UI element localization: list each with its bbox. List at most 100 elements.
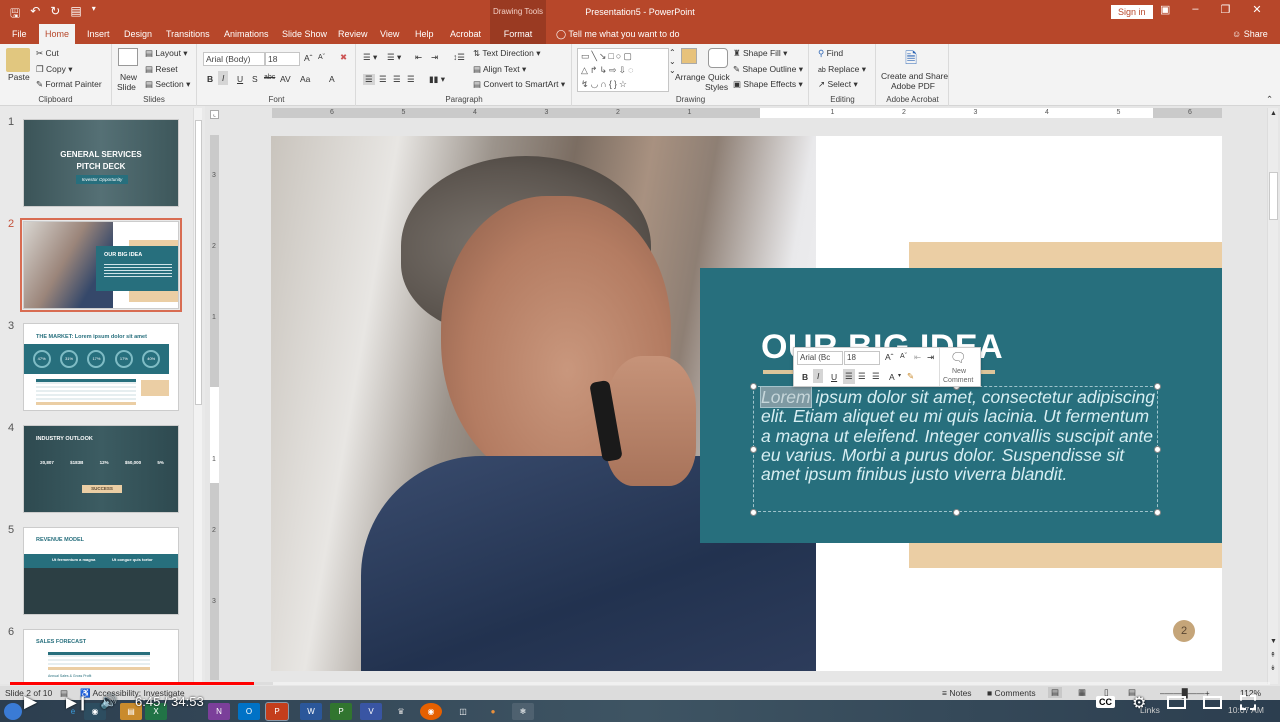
scroll-up-icon[interactable]: ▲ xyxy=(1270,110,1277,117)
word-icon[interactable]: W xyxy=(300,703,322,720)
mini-italic-button[interactable]: I xyxy=(813,369,824,383)
redo-icon[interactable]: ↻ xyxy=(50,4,60,25)
underline-button[interactable]: U xyxy=(237,74,243,84)
strikethrough-button[interactable]: abc xyxy=(264,74,275,81)
increase-indent-icon[interactable]: ⇥ xyxy=(431,52,438,63)
visio-icon[interactable]: V xyxy=(360,703,382,720)
change-case-button[interactable]: Aa xyxy=(300,74,310,84)
shadow-button[interactable]: S xyxy=(252,74,258,84)
cut-button[interactable]: ✂ Cut xyxy=(36,48,59,59)
slide-thumbnail-2[interactable]: OUR BIG IDEA xyxy=(20,218,182,312)
grow-font-icon[interactable]: Aˆ xyxy=(304,53,313,63)
resize-handle[interactable] xyxy=(953,509,960,516)
start-button[interactable] xyxy=(4,703,22,720)
line-spacing-icon[interactable]: ↕☰ xyxy=(453,52,465,63)
mini-shrink-font-icon[interactable]: Aˇ xyxy=(900,353,907,360)
outlook-icon[interactable]: O xyxy=(238,703,260,720)
bullets-icon[interactable]: ☰ ▾ xyxy=(363,52,377,63)
tab-slide-show[interactable]: Slide Show xyxy=(276,24,333,44)
notes-button[interactable]: ≡ Notes xyxy=(942,688,972,698)
select-button[interactable]: ↗ Select ▾ xyxy=(818,79,858,90)
arrange-icon[interactable] xyxy=(681,48,697,64)
slide-thumbnail-4[interactable]: INDUSTRY OUTLOOK 20,807 $183B 12% $50,00… xyxy=(23,425,179,513)
onenote-icon[interactable]: N xyxy=(208,703,230,720)
tab-review[interactable]: Review xyxy=(332,24,374,44)
mini-align-left-icon[interactable]: ☰ xyxy=(843,369,855,384)
align-left-icon[interactable]: ☰ xyxy=(363,74,375,85)
font-size-combo[interactable]: 18 xyxy=(265,52,300,66)
quick-styles-icon[interactable] xyxy=(708,48,728,68)
slide-thumbnail-3[interactable]: THE MARKET: Lorem ipsum dolor sit amet 4… xyxy=(23,323,179,411)
sign-in-button[interactable]: Sign in xyxy=(1111,5,1153,19)
minimize-icon[interactable]: – xyxy=(1192,3,1198,16)
shrink-font-icon[interactable]: Aˇ xyxy=(318,54,325,61)
font-name-combo[interactable]: Arial (Body) xyxy=(203,52,265,66)
app-icon-3[interactable]: ❄ xyxy=(512,703,534,720)
mini-align-right-icon[interactable]: ☰ xyxy=(872,371,880,382)
play-icon[interactable]: ▶ xyxy=(24,692,37,712)
mini-bold-button[interactable]: B xyxy=(802,372,808,382)
tab-help[interactable]: Help xyxy=(409,24,440,44)
ribbon-display-icon[interactable]: ▣ xyxy=(1160,3,1170,16)
resize-handle[interactable] xyxy=(1154,509,1161,516)
numbering-icon[interactable]: ☰ ▾ xyxy=(387,52,401,63)
restore-icon[interactable]: ❐ xyxy=(1221,3,1231,16)
slide-canvas[interactable]: OUR BIG IDEA Lorem ipsum dolor sit amet,… xyxy=(271,136,1222,671)
clear-format-icon[interactable]: ✖ xyxy=(340,52,347,63)
mini-font-color-dropdown[interactable]: ▾ xyxy=(898,372,901,379)
mini-font-color-button[interactable]: A xyxy=(889,372,895,382)
align-right-icon[interactable]: ☰ xyxy=(393,74,401,85)
miniplayer-icon[interactable] xyxy=(1167,696,1186,709)
mini-format-painter-icon[interactable]: ✎ xyxy=(907,371,914,382)
new-comment-label[interactable]: New xyxy=(952,368,966,375)
paste-icon[interactable] xyxy=(6,48,30,72)
quick-styles-button-2[interactable]: Styles xyxy=(705,82,728,92)
find-button[interactable]: ⚲ Find xyxy=(818,48,843,59)
selected-word[interactable]: Lorem xyxy=(760,386,812,408)
mini-align-center-icon[interactable]: ☰ xyxy=(858,371,866,382)
format-painter-button[interactable]: ✎ Format Painter xyxy=(36,79,102,90)
shape-fill-button[interactable]: ♜ Shape Fill ▾ xyxy=(733,48,787,59)
replace-button[interactable]: ab Replace ▾ xyxy=(818,64,866,75)
customize-icon[interactable]: ▾ xyxy=(92,4,96,25)
mini-font-combo[interactable]: Arial (Bc xyxy=(797,351,843,365)
undo-icon[interactable]: ↶ xyxy=(30,4,40,25)
mini-underline-button[interactable]: U xyxy=(831,372,837,382)
reset-button[interactable]: ▤ Reset xyxy=(145,64,178,75)
tab-transitions[interactable]: Transitions xyxy=(160,24,216,44)
slide-scrollbar[interactable]: ▲ ▼ ↟ ↡ xyxy=(1267,108,1278,684)
italic-button[interactable]: I xyxy=(218,71,229,85)
mini-increase-indent-icon[interactable]: ⇥ xyxy=(927,352,934,363)
paste-button[interactable]: Paste xyxy=(8,72,30,82)
project-icon[interactable]: P xyxy=(330,703,352,720)
columns-icon[interactable]: ▮▮ ▾ xyxy=(429,74,445,85)
tab-format[interactable]: Format xyxy=(490,24,546,44)
section-button[interactable]: ▤ Section ▾ xyxy=(145,79,190,90)
app-icon[interactable]: ♛ xyxy=(390,703,412,720)
slide-thumbnail-1[interactable]: GENERAL SERVICES PITCH DECK Investor Opp… xyxy=(23,119,179,207)
tab-selector[interactable]: ⌞ xyxy=(210,110,219,119)
captions-button[interactable]: CC xyxy=(1096,696,1115,708)
tell-me-search[interactable]: ◯ Tell me what you want to do xyxy=(556,24,679,44)
smartart-button[interactable]: ▤ Convert to SmartArt ▾ xyxy=(473,79,565,90)
normal-view-icon[interactable]: ▤ xyxy=(1048,687,1063,698)
copy-button[interactable]: ❐ Copy ▾ xyxy=(36,64,72,75)
snagit-icon[interactable]: ● xyxy=(482,703,504,720)
present-icon[interactable]: ▤ xyxy=(70,4,81,25)
shape-effects-button[interactable]: ▣ Shape Effects ▾ xyxy=(733,79,803,90)
layout-button[interactable]: ▤ Layout ▾ xyxy=(145,48,188,59)
bold-button[interactable]: B xyxy=(207,74,213,84)
pdf-share-icon[interactable]: 🗎 xyxy=(905,48,917,73)
app-icon-2[interactable]: ◫ xyxy=(452,703,474,720)
new-slide-button-2[interactable]: Slide xyxy=(117,82,136,92)
settings-gear-icon[interactable]: ⚙ xyxy=(1132,693,1146,713)
tab-view[interactable]: View xyxy=(374,24,405,44)
shapes-gallery[interactable]: ▭╲↘□○▢ △↱↳⇨⇩◌ ↯◡∩{}☆ xyxy=(577,48,669,92)
mini-decrease-indent-icon[interactable]: ⇤ xyxy=(914,352,921,363)
new-slide-button[interactable]: New xyxy=(120,72,137,82)
volume-icon[interactable]: 🔊 xyxy=(100,693,117,710)
theater-mode-icon[interactable] xyxy=(1203,696,1222,709)
fullscreen-icon[interactable] xyxy=(1240,695,1256,710)
tab-acrobat[interactable]: Acrobat xyxy=(444,24,487,44)
save-icon[interactable]: 🖫 xyxy=(10,4,20,25)
